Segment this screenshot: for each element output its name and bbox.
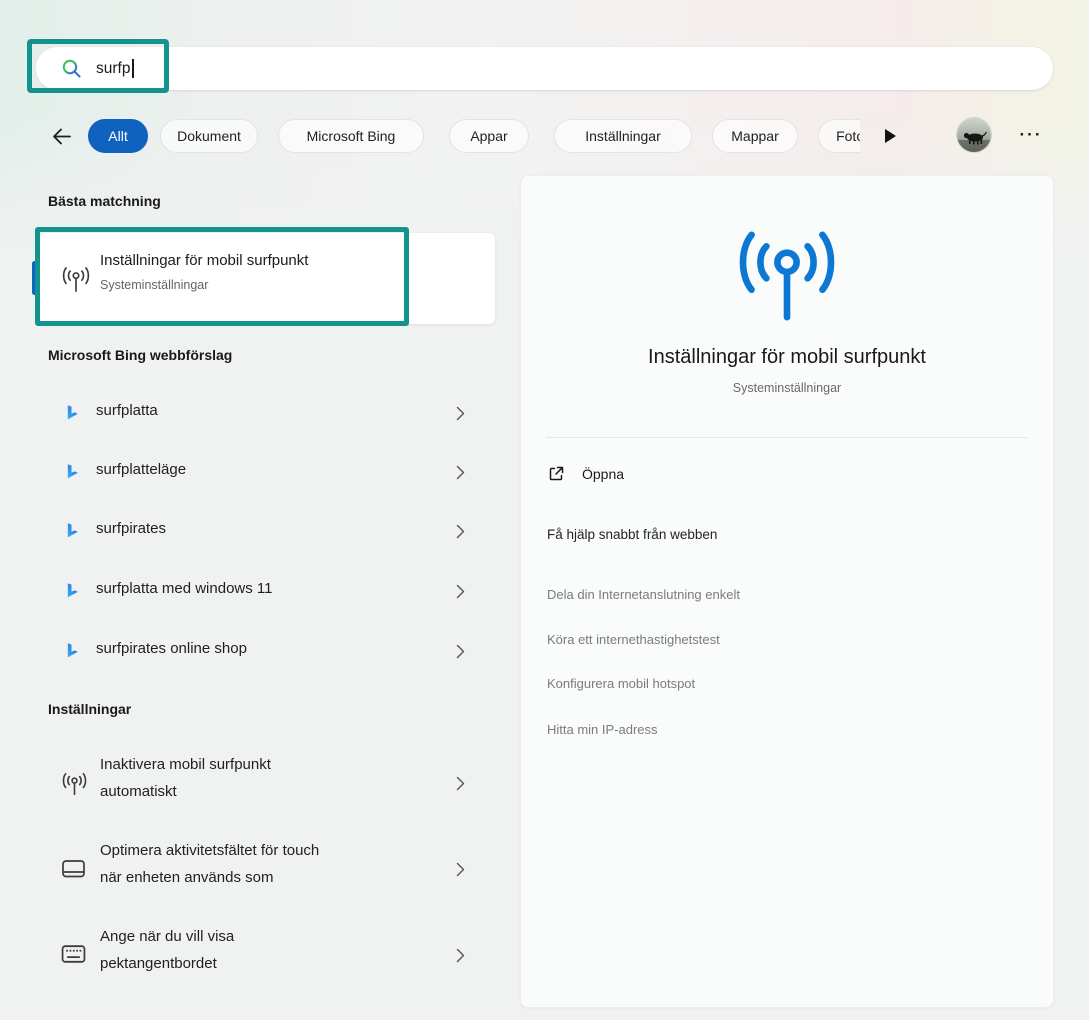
setting-label-line2: när enheten används som [100,869,273,886]
tab-label: Appar [470,128,507,144]
setting-pektangentbordet[interactable]: Ange när du vill visa pektangentbordet [40,922,495,988]
hotspot-icon [61,772,88,796]
tablet-icon [61,858,86,880]
divider [546,437,1028,438]
suggestion-label: surfplatta med windows 11 [96,580,272,597]
tab-installningar[interactable]: Inställningar [554,119,692,153]
search-input[interactable]: surfp [35,46,1054,91]
help-link-internethastighetstest[interactable]: Köra ett internethastighetstest [547,632,720,647]
search-query-text: surfp [96,60,130,78]
more-options-button[interactable]: ··· [1012,121,1050,149]
bing-suggestion-surfpirates[interactable]: surfpirates [40,507,495,555]
chevron-right-icon [456,465,465,485]
tab-label: Dokument [177,128,241,144]
bing-suggestion-surfpirates-shop[interactable]: surfpirates online shop [40,627,495,675]
setting-label-line2: pektangentbordet [100,955,217,972]
tab-microsoft-bing[interactable]: Microsoft Bing [278,119,424,153]
chevron-right-icon [456,948,465,968]
suggestion-label: surfplatta [96,402,158,419]
bing-suggestion-surfplatta[interactable]: surfplatta [40,389,495,437]
search-icon [61,58,82,79]
setting-label-line1: Optimera aktivitetsfältet för touch [100,842,319,859]
setting-inaktivera-surfpunkt[interactable]: Inaktivera mobil surfpunkt automatiskt [40,750,495,816]
open-action[interactable]: Öppna [547,462,624,486]
help-link-dela-internetanslutning[interactable]: Dela din Internetanslutning enkelt [547,587,740,602]
tab-label: Mappar [731,128,778,144]
windows-search-flyout: surfp Allt Dokument Microsoft Bing Appar… [0,0,1089,1020]
chevron-right-icon [456,524,465,544]
settings-section-header: Inställningar [48,701,131,717]
setting-label-line1: Ange när du vill visa [100,928,234,945]
chevron-right-icon [456,644,465,664]
bing-icon [65,642,80,659]
setting-label-line1: Inaktivera mobil surfpunkt [100,756,271,773]
tab-allt[interactable]: Allt [88,119,148,153]
open-external-icon [547,465,565,483]
animal-photo [957,118,991,152]
help-header: Få hjälp snabbt från webben [547,527,717,542]
bing-suggestion-surfplattelage[interactable]: surfplatteläge [40,448,495,496]
ellipsis-icon: ··· [1020,125,1043,145]
hotspot-icon [61,266,91,293]
tab-appar[interactable]: Appar [449,119,529,153]
keyboard-icon [61,944,86,964]
open-label: Öppna [582,466,624,482]
chevron-right-icon [456,862,465,882]
play-expand-icon [884,128,897,144]
preview-title: Inställningar för mobil surfpunkt [521,346,1053,369]
bing-suggestion-surfplatta-windows11[interactable]: surfplatta med windows 11 [40,567,495,615]
suggestion-label: surfpirates [96,520,166,537]
tab-label: Microsoft Bing [307,128,396,144]
tab-foton[interactable]: Foton [818,119,860,153]
setting-optimera-aktivitetsfaltet[interactable]: Optimera aktivitetsfältet för touch när … [40,836,495,902]
best-match-subtitle: Systeminställningar [100,278,208,292]
tab-label: Allt [108,128,127,144]
hotspot-icon-large [521,228,1053,324]
back-button[interactable] [48,123,74,149]
bing-icon [65,404,80,421]
back-arrow-icon [50,125,73,148]
bing-icon [65,463,80,480]
bing-section-header: Microsoft Bing webbförslag [48,347,232,363]
best-match-title: Inställningar för mobil surfpunkt [100,252,308,269]
tab-label: Foton [836,128,860,144]
bing-icon [65,582,80,599]
tabs-overflow-button[interactable] [884,126,906,146]
best-match-result[interactable]: Inställningar för mobil surfpunkt System… [40,233,495,324]
tab-label: Inställningar [585,128,661,144]
suggestion-label: surfpirates online shop [96,640,247,657]
filter-tabs: Allt Dokument Microsoft Bing Appar Instä… [84,118,860,154]
tab-dokument[interactable]: Dokument [160,119,258,153]
chevron-right-icon [456,584,465,604]
preview-subtitle: Systeminställningar [521,381,1053,395]
text-caret [132,59,134,78]
help-link-konfigurera-hotspot[interactable]: Konfigurera mobil hotspot [547,676,695,691]
tab-mappar[interactable]: Mappar [712,119,798,153]
suggestion-label: surfplatteläge [96,461,186,478]
profile-avatar[interactable] [957,118,991,152]
setting-label-line2: automatiskt [100,783,177,800]
best-match-header: Bästa matchning [48,193,161,209]
selection-indicator [32,261,37,295]
preview-panel: Inställningar för mobil surfpunkt System… [520,175,1054,1008]
help-link-hitta-ip-adress[interactable]: Hitta min IP-adress [547,722,658,737]
chevron-right-icon [456,776,465,796]
bing-icon [65,522,80,539]
chevron-right-icon [456,406,465,426]
